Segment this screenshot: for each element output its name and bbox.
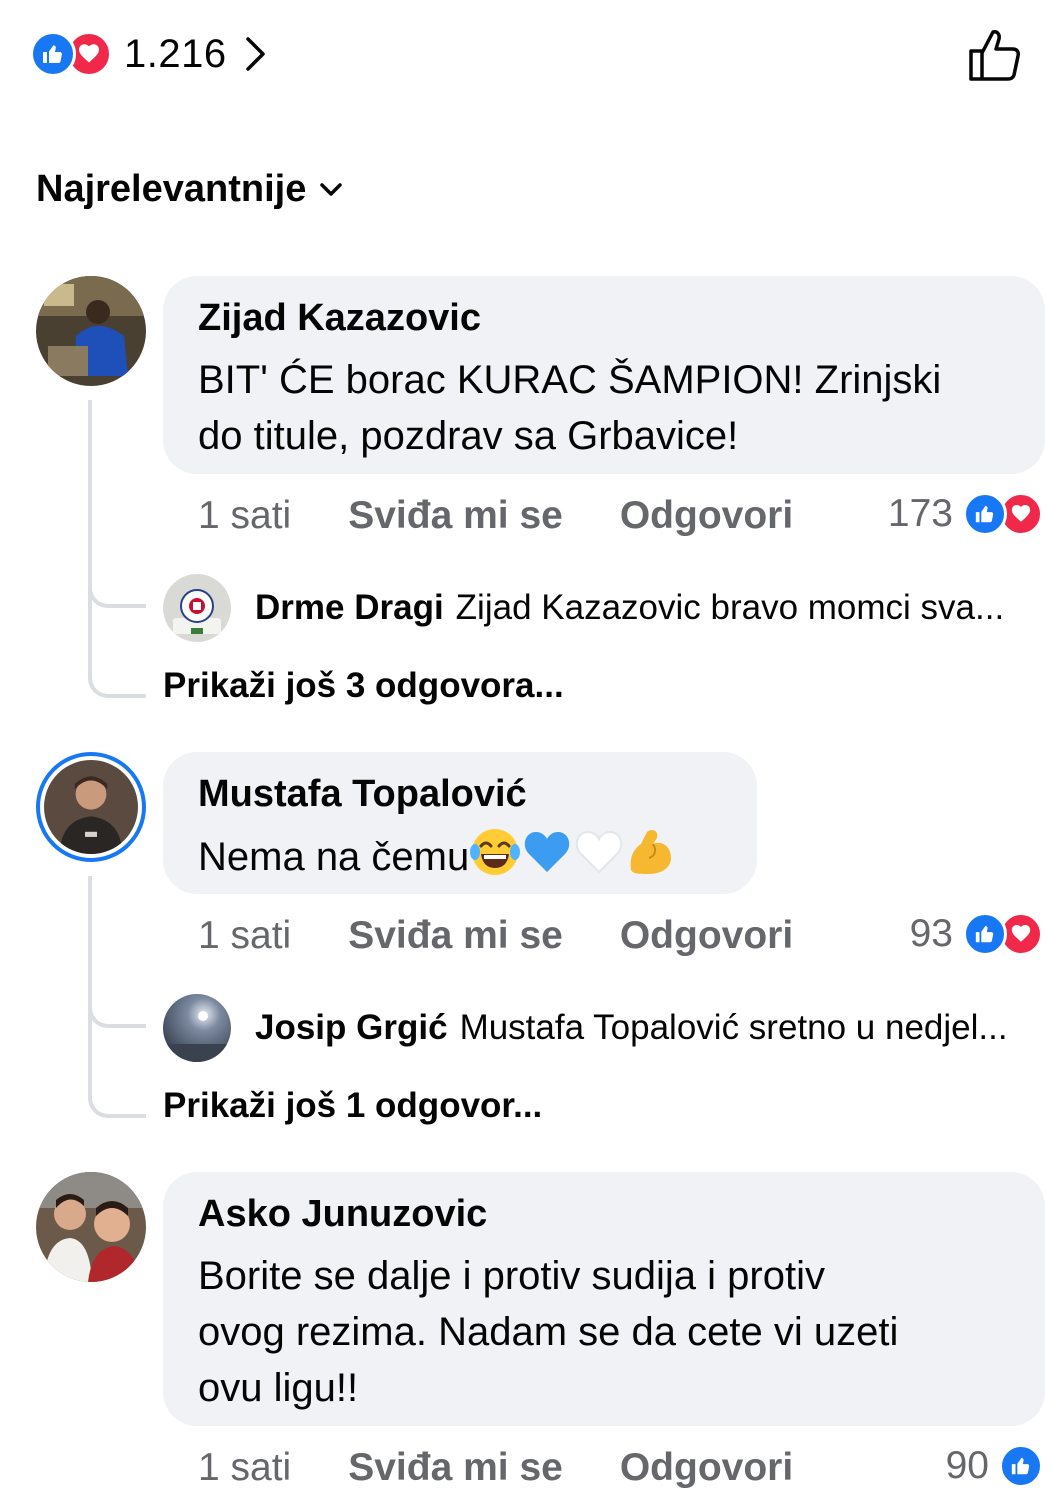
comment-text: ovog rezima. Nadam se da cete vi uzeti xyxy=(198,1310,899,1354)
like-comment-button[interactable]: Sviđa mi se xyxy=(348,1446,563,1490)
reactions-summary[interactable]: 1.216 xyxy=(30,28,267,80)
like-icon xyxy=(963,912,1007,956)
reply-preview[interactable]: Drme Dragi Zijad Kazazovic bravo momci s… xyxy=(163,574,1004,642)
show-more-replies-link[interactable]: Prikaži još 1 odgovor... xyxy=(163,1086,542,1126)
flexed-biceps-emoji xyxy=(630,830,672,874)
comment-actions: 1 sati Sviđa mi se Odgovori xyxy=(198,912,793,960)
comment-time[interactable]: 1 sati xyxy=(198,1446,291,1490)
reaction-total: 1.216 xyxy=(124,31,227,76)
comment-actions: 1 sati Sviđa mi se Odgovori xyxy=(198,492,793,540)
comment-time[interactable]: 1 sati xyxy=(198,914,291,958)
comment-reactions[interactable]: 90 xyxy=(946,1442,1043,1490)
like-comment-button[interactable]: Sviđa mi se xyxy=(348,914,563,958)
comment-author[interactable]: Zijad Kazazovic xyxy=(198,296,1011,340)
white-heart-emoji xyxy=(576,830,623,874)
like-icon xyxy=(963,492,1007,536)
avatar[interactable] xyxy=(36,276,146,386)
thread-connector xyxy=(88,1020,146,1118)
avatar[interactable] xyxy=(36,1172,146,1282)
comment-text: do titule, pozdrav sa Grbavice! xyxy=(198,414,739,458)
blue-heart-emoji xyxy=(525,832,570,872)
comment-reactions[interactable]: 93 xyxy=(910,910,1043,958)
reaction-count: 173 xyxy=(887,492,953,535)
comment-time[interactable]: 1 sati xyxy=(198,494,291,538)
comment-text: Nema na čemu xyxy=(198,835,470,879)
reaction-count: 90 xyxy=(945,1444,989,1487)
sort-label: Najrelevantnije xyxy=(36,168,307,210)
chevron-down-icon xyxy=(320,182,343,196)
reply-author[interactable]: Drme Dragi xyxy=(255,588,444,628)
comment-bubble: Mustafa Topalović Nema na čemu xyxy=(163,752,757,894)
like-button-icon[interactable] xyxy=(966,26,1024,84)
avatar[interactable] xyxy=(36,752,146,862)
comment-reactions[interactable]: 173 xyxy=(888,490,1043,538)
show-more-replies-link[interactable]: Prikaži još 3 odgovora... xyxy=(163,666,564,706)
like-reaction-icon xyxy=(30,31,76,77)
avatar xyxy=(163,574,231,642)
avatar xyxy=(163,994,231,1062)
reply-text: Zijad Kazazovic bravo momci sva... xyxy=(455,588,1005,627)
comment-text-row: Nema na čemu xyxy=(198,826,723,885)
sort-dropdown[interactable]: Najrelevantnije xyxy=(36,168,343,211)
comment-actions: 1 sati Sviđa mi se Odgovori xyxy=(198,1444,793,1492)
comment-author[interactable]: Mustafa Topalović xyxy=(198,772,723,816)
comment-text: Borite se dalje i protiv sudija i protiv xyxy=(198,1254,825,1298)
comment-bubble: Asko Junuzovic Borite se dalje i protiv … xyxy=(163,1172,1045,1426)
reply-button[interactable]: Odgovori xyxy=(620,1446,793,1490)
like-icon xyxy=(999,1444,1043,1488)
like-comment-button[interactable]: Sviđa mi se xyxy=(348,494,563,538)
comment-text: ovu ligu!! xyxy=(198,1366,359,1410)
reply-text: Mustafa Topalović sretno u nedjel... xyxy=(459,1008,1008,1047)
reply-preview[interactable]: Josip Grgić Mustafa Topalović sretno u n… xyxy=(163,994,1008,1062)
thread-connector xyxy=(88,600,146,698)
tears-of-joy-emoji xyxy=(470,829,521,875)
comment-text: BIT' ĆE borac KURAC ŠAMPION! Zrinjski xyxy=(198,358,942,402)
reaction-count: 93 xyxy=(909,912,953,955)
chevron-right-icon xyxy=(245,37,265,71)
comment-bubble: Zijad Kazazovic BIT' ĆE borac KURAC ŠAMP… xyxy=(163,276,1045,474)
reply-button[interactable]: Odgovori xyxy=(620,914,793,958)
reply-button[interactable]: Odgovori xyxy=(620,494,793,538)
reply-author[interactable]: Josip Grgić xyxy=(255,1008,448,1048)
comment-author[interactable]: Asko Junuzovic xyxy=(198,1192,1011,1236)
